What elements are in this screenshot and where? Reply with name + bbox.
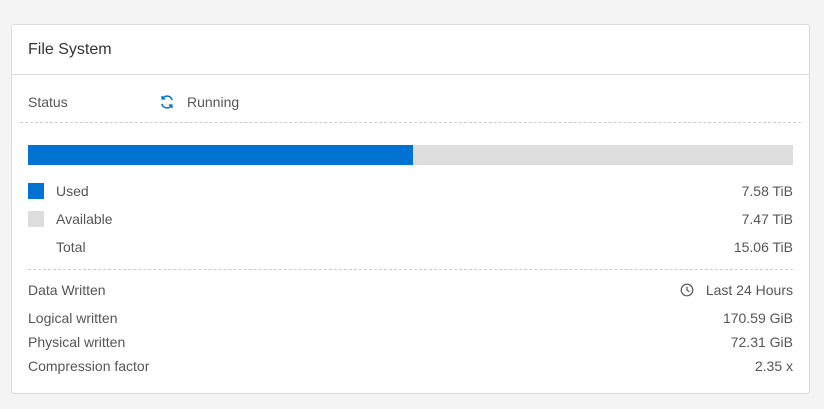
physical-written-label: Physical written [28,334,126,350]
clock-icon [680,283,694,297]
total-label: Total [56,239,86,255]
total-spacer [28,239,44,255]
status-row: Status Running [28,91,793,113]
data-written-label: Data Written [28,282,106,298]
refresh-icon [161,95,173,109]
logical-written-value: 170.59 GiB [722,310,793,326]
available-label: Available [56,211,113,227]
logical-written-label: Logical written [28,310,118,326]
used-row: Used 7.58 TiB [28,180,793,202]
capacity-bar [28,145,793,165]
card-title: File System [12,25,809,75]
data-written-row: Data Written Last 24 Hours [28,279,793,301]
physical-written-value: 72.31 GiB [730,334,793,350]
capacity-bar-used-fill [28,145,413,165]
status-label: Status [28,94,68,110]
available-value: 7.47 TiB [741,211,793,227]
available-swatch [28,211,44,227]
divider [20,122,801,123]
divider [28,269,793,270]
period-label: Last 24 Hours [705,282,793,298]
status-value-group: Running [159,94,239,110]
period-selector[interactable]: Last 24 Hours [680,282,793,298]
total-row: Total 15.06 TiB [28,236,793,258]
status-value: Running [187,94,240,110]
used-value: 7.58 TiB [741,183,793,199]
physical-written-row: Physical written 72.31 GiB [28,331,793,353]
available-row: Available 7.47 TiB [28,208,793,230]
compression-factor-value: 2.35 x [754,358,793,374]
total-value: 15.06 TiB [733,239,793,255]
used-label: Used [56,183,89,199]
file-system-card: File System Status Running Used 7.58 TiB… [11,24,810,394]
used-swatch [28,183,44,199]
logical-written-row: Logical written 170.59 GiB [28,307,793,329]
compression-factor-row: Compression factor 2.35 x [28,355,793,377]
compression-factor-label: Compression factor [28,358,150,374]
